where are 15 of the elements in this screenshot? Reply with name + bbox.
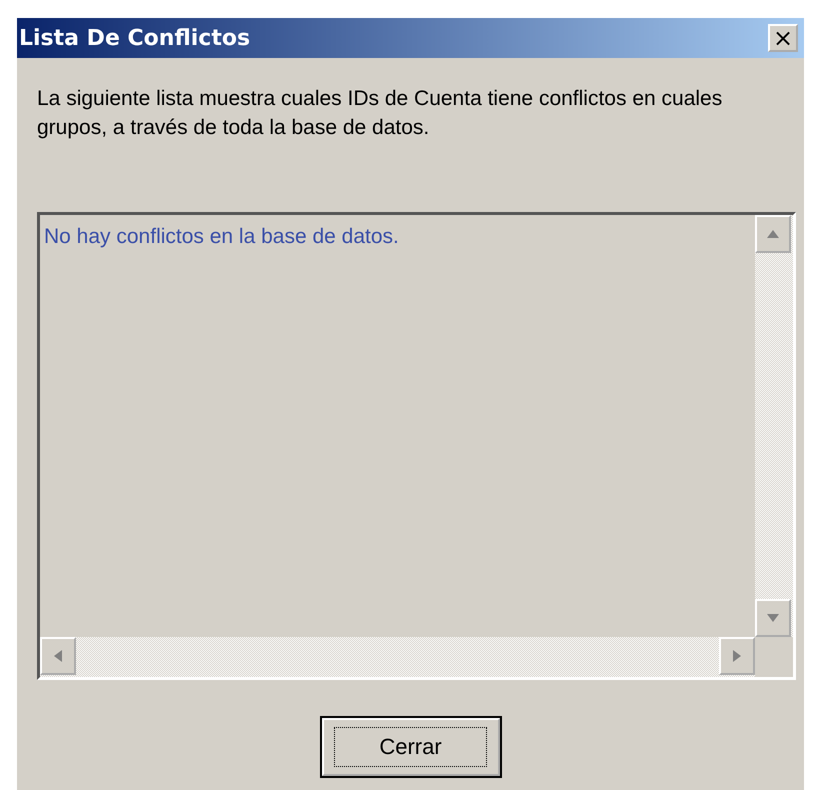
arrow-icon bbox=[54, 650, 62, 662]
close-button[interactable]: × bbox=[768, 24, 798, 52]
close-dialog-button[interactable]: Cerrar bbox=[322, 718, 500, 776]
scroll-left-button[interactable] bbox=[40, 637, 76, 675]
arrow-icon bbox=[733, 650, 741, 662]
horizontal-scrollbar[interactable] bbox=[40, 637, 755, 677]
empty-message: No hay conflictos en la base de datos. bbox=[44, 225, 399, 248]
vertical-scrollbar[interactable] bbox=[755, 215, 793, 637]
arrow-icon bbox=[767, 614, 779, 622]
scroll-right-button[interactable] bbox=[719, 637, 755, 675]
arrow-icon bbox=[767, 230, 779, 238]
description-text: La siguiente lista muestra cuales IDs de Cuenta tiene conflictos en cuales grupos, a través de toda la base de datos. bbox=[37, 86, 724, 141]
scroll-down-button[interactable] bbox=[755, 599, 791, 637]
scroll-up-button[interactable] bbox=[755, 215, 791, 253]
window-title: Lista De Conflictos bbox=[19, 26, 250, 50]
